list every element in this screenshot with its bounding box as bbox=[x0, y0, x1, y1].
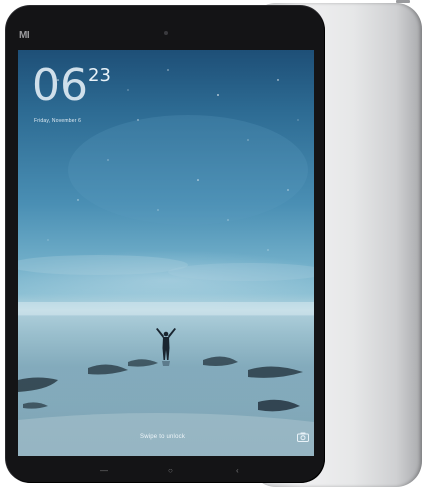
lock-date: Friday, November 6 bbox=[34, 118, 82, 124]
lock-screen[interactable]: 06 23 Friday, November 6 Swipe to unlock bbox=[18, 50, 314, 456]
brand-logo: MI bbox=[19, 30, 30, 41]
tablet-front: MI 06 23 Friday, November 6 Swipe to unl… bbox=[6, 6, 324, 482]
front-camera-icon bbox=[164, 31, 168, 35]
lock-clock: 06 23 bbox=[32, 64, 111, 108]
tablet-product-photo: MI 06 23 Friday, November 6 Swipe to unl… bbox=[0, 0, 432, 490]
unlock-hint[interactable]: Swipe to unlock bbox=[140, 434, 185, 440]
back-key-icon[interactable]: ‹ bbox=[236, 467, 239, 475]
camera-icon[interactable] bbox=[297, 432, 309, 442]
person-silhouette bbox=[156, 328, 176, 366]
home-key-icon[interactable]: ○ bbox=[168, 467, 173, 475]
menu-key-icon[interactable]: — bbox=[100, 467, 108, 475]
clock-minutes: 23 bbox=[88, 65, 111, 86]
power-button bbox=[396, 0, 410, 3]
clock-hour: 06 bbox=[32, 60, 88, 111]
